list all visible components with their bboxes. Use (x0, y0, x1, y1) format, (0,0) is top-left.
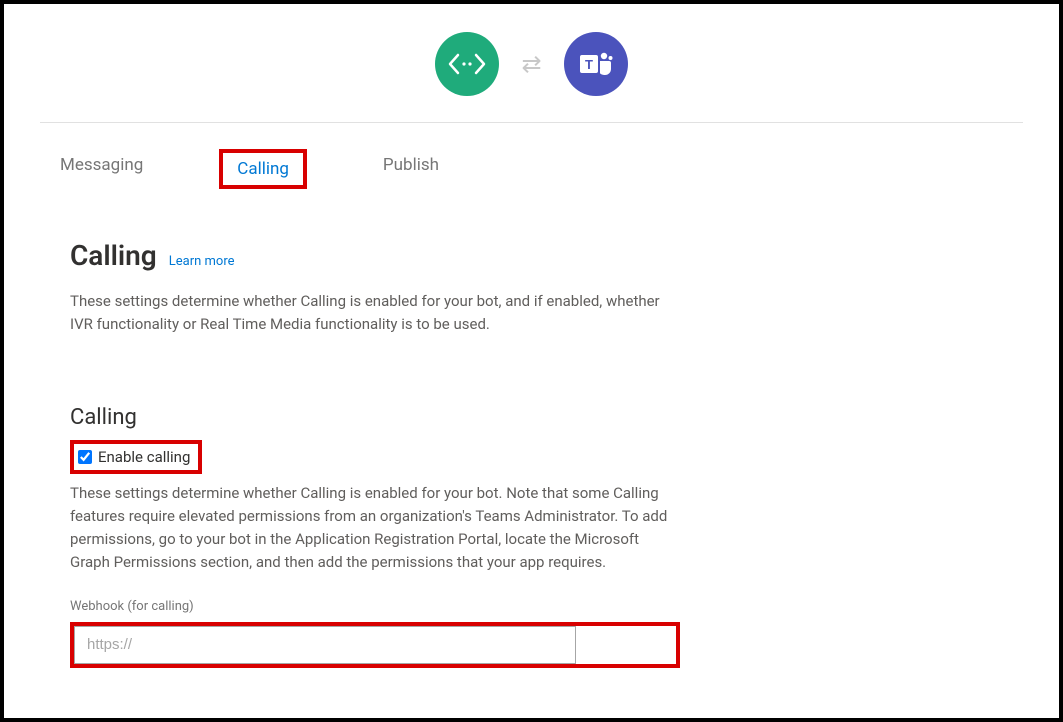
enable-calling-label[interactable]: Enable calling (98, 448, 190, 466)
code-bot-icon (435, 32, 499, 96)
swap-arrows-icon: ⇄ (521, 52, 541, 76)
enable-calling-checkbox[interactable] (78, 450, 92, 464)
tab-messaging[interactable]: Messaging (46, 149, 157, 189)
enable-calling-row: Enable calling (70, 440, 202, 474)
tab-bar: Messaging Calling Publish (40, 123, 1023, 199)
section-description: These settings determine whether Calling… (70, 290, 680, 337)
channel-connector-header: ⇄ T (40, 22, 1023, 122)
microsoft-teams-icon: T (564, 32, 628, 96)
svg-text:T: T (585, 57, 593, 72)
webhook-url-input[interactable] (74, 626, 576, 664)
section-title: Calling (70, 239, 157, 272)
tab-calling[interactable]: Calling (219, 149, 307, 189)
calling-subsection-description: These settings determine whether Calling… (70, 482, 680, 575)
tab-publish[interactable]: Publish (369, 149, 453, 189)
calling-settings-panel: Calling Learn more These settings determ… (40, 199, 680, 668)
learn-more-link[interactable]: Learn more (169, 254, 235, 269)
webhook-field-label: Webhook (for calling) (70, 599, 680, 614)
calling-subsection-title: Calling (70, 405, 680, 430)
